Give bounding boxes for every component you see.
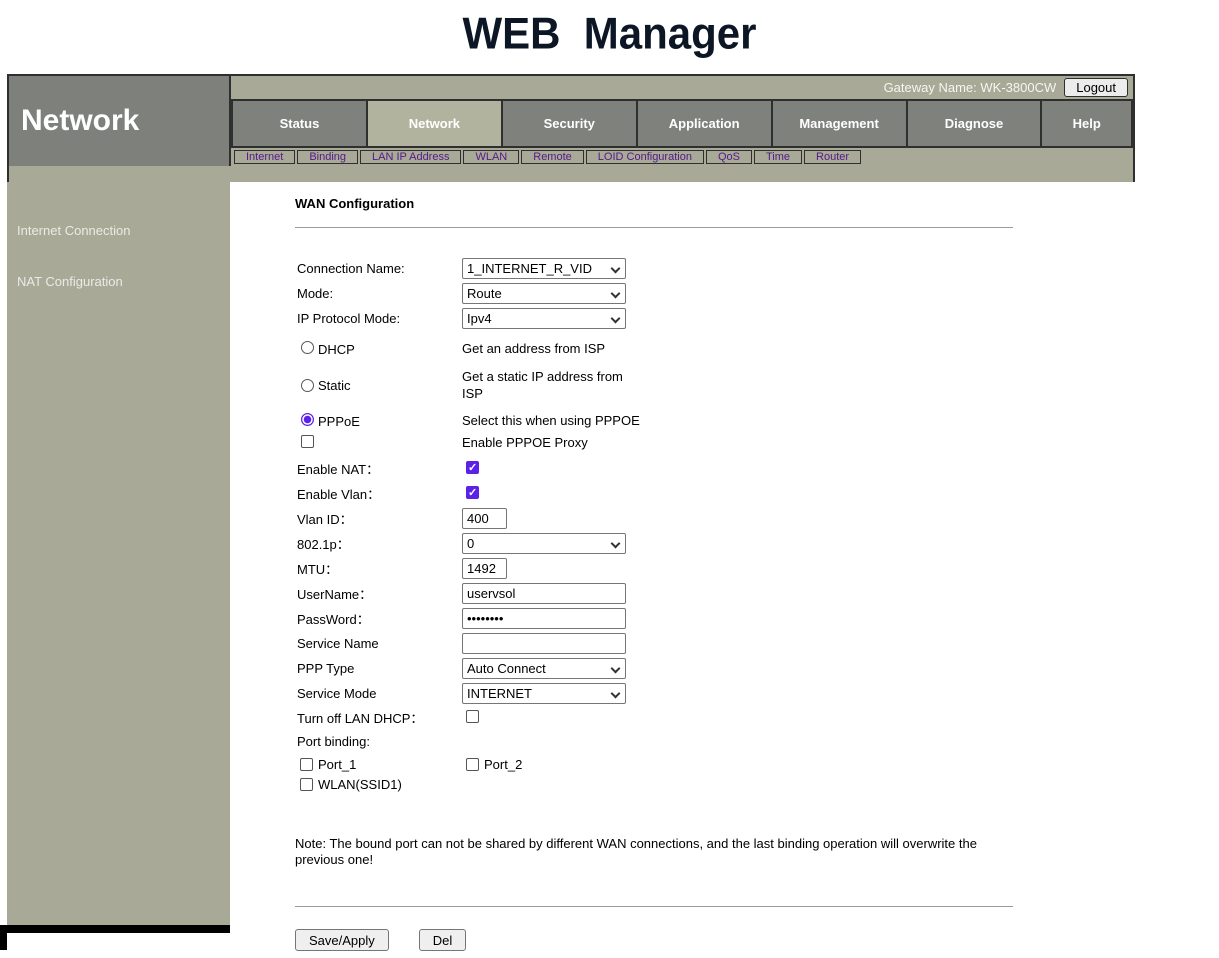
pppoe-proxy-description: Enable PPPOE Proxy (462, 435, 588, 450)
dot1p-value: 0 (467, 536, 607, 551)
tab-status[interactable]: Status (233, 101, 366, 146)
static-radio[interactable] (301, 379, 314, 392)
port-2-label: Port_2 (484, 757, 522, 772)
enable-nat-label: Enable NAT： (295, 459, 462, 478)
gateway-bar: Gateway Name: WK-3800CW Logout (231, 76, 1133, 99)
mtu-input[interactable] (462, 558, 507, 579)
subnav-loid-configuration[interactable]: LOID Configuration (586, 150, 704, 164)
subnav-qos[interactable]: QoS (706, 150, 752, 164)
tab-management[interactable]: Management (773, 101, 906, 146)
subnav-router[interactable]: Router (804, 150, 861, 164)
static-description: Get a static IP address from ISP (462, 368, 637, 402)
port-binding-label: Port binding: (295, 734, 462, 749)
service-mode-select[interactable]: INTERNET (462, 683, 626, 704)
vlan-id-input[interactable] (462, 508, 507, 529)
bottom-left-notch (0, 933, 7, 950)
gateway-name-label: Gateway Name: WK-3800CW (884, 80, 1057, 95)
turn-off-lan-dhcp-label: Turn off LAN DHCP： (295, 708, 462, 727)
divider-top (295, 227, 1013, 228)
wlan-ssid1-checkbox[interactable] (300, 778, 313, 791)
ppp-type-label: PPP Type (295, 661, 462, 676)
password-input[interactable] (462, 608, 626, 629)
connection-name-label: Connection Name: (295, 261, 462, 276)
sidebar: Internet Connection NAT Configuration (7, 182, 230, 925)
turn-off-lan-dhcp-checkbox[interactable] (466, 710, 479, 723)
connection-name-select[interactable]: 1_INTERNET_R_VID (462, 258, 626, 279)
wan-configuration-title: WAN Configuration (295, 196, 1219, 211)
static-radio-label: Static (318, 377, 351, 393)
connection-name-value: 1_INTERNET_R_VID (467, 261, 607, 276)
tab-application[interactable]: Application (638, 101, 771, 146)
sidebar-item-internet-connection[interactable]: Internet Connection (17, 223, 230, 239)
port-1-checkbox[interactable] (300, 758, 313, 771)
service-name-input[interactable] (462, 633, 626, 654)
service-mode-label: Service Mode (295, 686, 462, 701)
tab-help[interactable]: Help (1042, 101, 1131, 146)
chevron-down-icon (611, 264, 621, 274)
port-1-label: Port_1 (318, 757, 356, 772)
sub-nav: Internet Binding LAN IP Address WLAN Rem… (231, 148, 1133, 166)
service-name-label: Service Name (295, 636, 462, 651)
page-title: WEB Manager (0, 0, 1219, 76)
sidebar-item-nat-configuration[interactable]: NAT Configuration (17, 274, 230, 290)
mtu-label: MTU： (295, 559, 462, 578)
subnav-binding[interactable]: Binding (297, 150, 358, 164)
enable-vlan-label: Enable Vlan： (295, 484, 462, 503)
chevron-down-icon (611, 689, 621, 699)
enable-nat-checkbox[interactable] (466, 461, 479, 474)
dot1p-select[interactable]: 0 (462, 533, 626, 554)
pppoe-description: Select this when using PPPOE (462, 413, 640, 429)
ip-protocol-mode-label: IP Protocol Mode: (295, 311, 462, 326)
subnav-lan-ip-address[interactable]: LAN IP Address (360, 150, 461, 164)
ppp-type-select[interactable]: Auto Connect (462, 658, 626, 679)
tab-security[interactable]: Security (503, 101, 636, 146)
subnav-internet[interactable]: Internet (234, 150, 295, 164)
dhcp-radio-label: DHCP (318, 341, 355, 357)
header-frame: Network Gateway Name: WK-3800CW Logout S… (7, 74, 1135, 182)
tab-network[interactable]: Network (368, 101, 501, 146)
chevron-down-icon (611, 314, 621, 324)
chevron-down-icon (611, 539, 621, 549)
ppp-type-value: Auto Connect (467, 661, 607, 676)
pppoe-proxy-checkbox[interactable] (301, 435, 314, 448)
mode-select[interactable]: Route (462, 283, 626, 304)
mode-value: Route (467, 286, 607, 301)
del-button[interactable]: Del (419, 929, 467, 951)
sidebar-footer-strip (0, 925, 230, 933)
port-2-checkbox[interactable] (466, 758, 479, 771)
chevron-down-icon (611, 664, 621, 674)
subnav-wlan[interactable]: WLAN (463, 150, 519, 164)
divider-bottom (295, 906, 1013, 907)
dhcp-description: Get an address from ISP (462, 341, 605, 357)
subnav-time[interactable]: Time (754, 150, 802, 164)
binding-note: Note: The bound port can not be shared b… (295, 836, 995, 868)
main-content: WAN Configuration Connection Name: 1_INT… (230, 182, 1219, 951)
main-tabs: Status Network Security Application Mana… (231, 99, 1133, 148)
ip-protocol-mode-value: Ipv4 (467, 311, 607, 326)
service-mode-value: INTERNET (467, 686, 607, 701)
wlan-ssid1-label: WLAN(SSID1) (318, 777, 402, 792)
save-apply-button[interactable]: Save/Apply (295, 929, 389, 951)
mode-label: Mode: (295, 286, 462, 301)
pppoe-radio-label: PPPoE (318, 413, 360, 429)
pppoe-radio[interactable] (301, 413, 314, 426)
logout-button[interactable]: Logout (1064, 78, 1128, 97)
dot1p-label: 802.1p： (295, 534, 462, 553)
header-bottom-strip (9, 166, 1133, 182)
username-label: UserName： (295, 584, 462, 603)
tab-diagnose[interactable]: Diagnose (908, 101, 1041, 146)
subnav-remote[interactable]: Remote (521, 150, 584, 164)
dhcp-radio[interactable] (301, 341, 314, 354)
chevron-down-icon (611, 289, 621, 299)
enable-vlan-checkbox[interactable] (466, 486, 479, 499)
password-label: PassWord： (295, 609, 462, 628)
username-input[interactable] (462, 583, 626, 604)
vlan-id-label: Vlan ID： (295, 509, 462, 528)
ip-protocol-mode-select[interactable]: Ipv4 (462, 308, 626, 329)
section-title: Network (9, 76, 231, 166)
